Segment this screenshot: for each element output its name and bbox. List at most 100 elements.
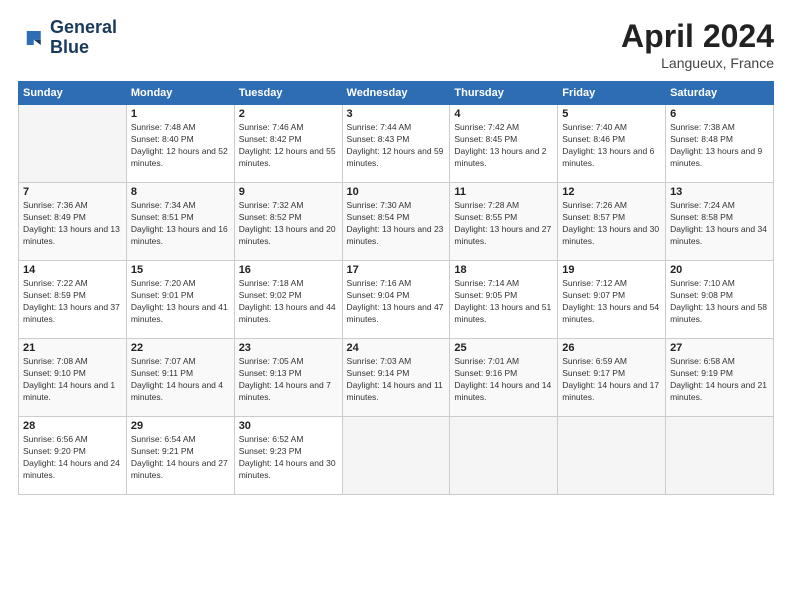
- calendar-day: 18Sunrise: 7:14 AMSunset: 9:05 PMDayligh…: [450, 261, 558, 339]
- calendar-day: [666, 417, 774, 495]
- calendar-week-5: 28 Sunrise: 6:56 AMSunset: 9:20 PMDayligh…: [19, 417, 774, 495]
- day-info: Sunrise: 7:26 AMSunset: 8:57 PMDaylight:…: [562, 200, 661, 248]
- calendar-day: 23 Sunrise: 7:05 AMSunset: 9:13 PMDayligh…: [234, 339, 342, 417]
- calendar-day: 7 Sunrise: 7:36 AMSunset: 8:49 PMDaylight…: [19, 183, 127, 261]
- day-number: 2: [239, 108, 338, 120]
- calendar-day: 19 Sunrise: 7:12 AMSunset: 9:07 PMDayligh…: [558, 261, 666, 339]
- calendar-day: 2 Sunrise: 7:46 AMSunset: 8:42 PMDaylight…: [234, 105, 342, 183]
- calendar-day: 11 Sunrise: 7:28 AMSunset: 8:55 PMDayligh…: [450, 183, 558, 261]
- day-info: Sunrise: 7:01 AMSunset: 9:16 PMDaylight:…: [454, 356, 553, 404]
- day-info: Sunrise: 7:10 AMSunset: 9:08 PMDaylight:…: [670, 278, 769, 326]
- day-info: Sunrise: 7:46 AMSunset: 8:42 PMDaylight:…: [239, 122, 338, 170]
- day-number: 28: [23, 420, 122, 432]
- day-number: 21: [23, 342, 122, 354]
- day-info: Sunrise: 7:28 AMSunset: 8:55 PMDaylight:…: [454, 200, 553, 248]
- day-number: 9: [239, 186, 338, 198]
- day-info: Sunrise: 7:44 AMSunset: 8:43 PMDaylight:…: [347, 122, 446, 170]
- day-number: 8: [131, 186, 230, 198]
- page: General Blue April 2024 Langueux, France…: [0, 0, 792, 612]
- calendar-day: 14 Sunrise: 7:22 AMSunset: 8:59 PMDayligh…: [19, 261, 127, 339]
- day-number: 25: [454, 342, 553, 354]
- day-number: 17: [347, 264, 446, 276]
- calendar-day: 15Sunrise: 7:20 AMSunset: 9:01 PMDayligh…: [126, 261, 234, 339]
- day-info: Sunrise: 7:36 AMSunset: 8:49 PMDaylight:…: [23, 200, 122, 248]
- title-block: April 2024 Langueux, France: [621, 18, 774, 71]
- calendar-day: 5Sunrise: 7:40 AMSunset: 8:46 PMDaylight…: [558, 105, 666, 183]
- weekday-header-monday: Monday: [126, 82, 234, 105]
- day-number: 14: [23, 264, 122, 276]
- logo: General Blue: [18, 18, 117, 58]
- day-info: Sunrise: 7:40 AMSunset: 8:46 PMDaylight:…: [562, 122, 661, 170]
- calendar-day: [342, 417, 450, 495]
- weekday-header-saturday: Saturday: [666, 82, 774, 105]
- calendar-week-4: 21 Sunrise: 7:08 AMSunset: 9:10 PMDayligh…: [19, 339, 774, 417]
- calendar-day: 17 Sunrise: 7:16 AMSunset: 9:04 PMDayligh…: [342, 261, 450, 339]
- day-info: Sunrise: 6:56 AMSunset: 9:20 PMDaylight:…: [23, 434, 122, 482]
- calendar-day: 21 Sunrise: 7:08 AMSunset: 9:10 PMDayligh…: [19, 339, 127, 417]
- day-number: 11: [454, 186, 553, 198]
- weekday-header-wednesday: Wednesday: [342, 82, 450, 105]
- calendar-day: 6 Sunrise: 7:38 AMSunset: 8:48 PMDaylight…: [666, 105, 774, 183]
- calendar-day: 30 Sunrise: 6:52 AMSunset: 9:23 PMDayligh…: [234, 417, 342, 495]
- day-number: 27: [670, 342, 769, 354]
- calendar-week-2: 7 Sunrise: 7:36 AMSunset: 8:49 PMDaylight…: [19, 183, 774, 261]
- day-number: 29: [131, 420, 230, 432]
- calendar-day: 8Sunrise: 7:34 AMSunset: 8:51 PMDaylight…: [126, 183, 234, 261]
- day-number: 16: [239, 264, 338, 276]
- day-number: 23: [239, 342, 338, 354]
- calendar-day: 9 Sunrise: 7:32 AMSunset: 8:52 PMDaylight…: [234, 183, 342, 261]
- day-number: 6: [670, 108, 769, 120]
- location: Langueux, France: [621, 55, 774, 71]
- calendar-day: 3Sunrise: 7:44 AMSunset: 8:43 PMDaylight…: [342, 105, 450, 183]
- day-info: Sunrise: 7:08 AMSunset: 9:10 PMDaylight:…: [23, 356, 122, 404]
- day-number: 12: [562, 186, 661, 198]
- calendar-day: [19, 105, 127, 183]
- day-info: Sunrise: 7:12 AMSunset: 9:07 PMDaylight:…: [562, 278, 661, 326]
- day-number: 20: [670, 264, 769, 276]
- calendar-day: [558, 417, 666, 495]
- day-number: 24: [347, 342, 446, 354]
- day-info: Sunrise: 7:24 AMSunset: 8:58 PMDaylight:…: [670, 200, 769, 248]
- day-number: 30: [239, 420, 338, 432]
- calendar-day: 1 Sunrise: 7:48 AMSunset: 8:40 PMDaylight…: [126, 105, 234, 183]
- weekday-header-tuesday: Tuesday: [234, 82, 342, 105]
- calendar-day: 10Sunrise: 7:30 AMSunset: 8:54 PMDayligh…: [342, 183, 450, 261]
- day-number: 19: [562, 264, 661, 276]
- calendar-day: 29Sunrise: 6:54 AMSunset: 9:21 PMDayligh…: [126, 417, 234, 495]
- day-number: 18: [454, 264, 553, 276]
- day-number: 22: [131, 342, 230, 354]
- day-number: 1: [131, 108, 230, 120]
- weekday-header-friday: Friday: [558, 82, 666, 105]
- calendar-day: 13Sunrise: 7:24 AMSunset: 8:58 PMDayligh…: [666, 183, 774, 261]
- day-info: Sunrise: 7:30 AMSunset: 8:54 PMDaylight:…: [347, 200, 446, 248]
- day-info: Sunrise: 7:03 AMSunset: 9:14 PMDaylight:…: [347, 356, 446, 404]
- day-info: Sunrise: 7:05 AMSunset: 9:13 PMDaylight:…: [239, 356, 338, 404]
- day-info: Sunrise: 7:38 AMSunset: 8:48 PMDaylight:…: [670, 122, 769, 170]
- calendar-day: [450, 417, 558, 495]
- calendar-day: 25 Sunrise: 7:01 AMSunset: 9:16 PMDayligh…: [450, 339, 558, 417]
- day-info: Sunrise: 7:18 AMSunset: 9:02 PMDaylight:…: [239, 278, 338, 326]
- month-title: April 2024: [621, 18, 774, 55]
- day-info: Sunrise: 7:22 AMSunset: 8:59 PMDaylight:…: [23, 278, 122, 326]
- calendar-day: 4Sunrise: 7:42 AMSunset: 8:45 PMDaylight…: [450, 105, 558, 183]
- day-info: Sunrise: 7:16 AMSunset: 9:04 PMDaylight:…: [347, 278, 446, 326]
- day-info: Sunrise: 7:20 AMSunset: 9:01 PMDaylight:…: [131, 278, 230, 326]
- day-info: Sunrise: 7:32 AMSunset: 8:52 PMDaylight:…: [239, 200, 338, 248]
- calendar-table: SundayMondayTuesdayWednesdayThursdayFrid…: [18, 81, 774, 495]
- day-info: Sunrise: 6:59 AMSunset: 9:17 PMDaylight:…: [562, 356, 661, 404]
- day-info: Sunrise: 7:07 AMSunset: 9:11 PMDaylight:…: [131, 356, 230, 404]
- calendar-day: 12 Sunrise: 7:26 AMSunset: 8:57 PMDayligh…: [558, 183, 666, 261]
- calendar-day: 28 Sunrise: 6:56 AMSunset: 9:20 PMDayligh…: [19, 417, 127, 495]
- day-info: Sunrise: 6:52 AMSunset: 9:23 PMDaylight:…: [239, 434, 338, 482]
- header: General Blue April 2024 Langueux, France: [18, 18, 774, 71]
- calendar-day: 22 Sunrise: 7:07 AMSunset: 9:11 PMDayligh…: [126, 339, 234, 417]
- weekday-header-sunday: Sunday: [19, 82, 127, 105]
- calendar-week-1: 1 Sunrise: 7:48 AMSunset: 8:40 PMDaylight…: [19, 105, 774, 183]
- calendar-day: 24 Sunrise: 7:03 AMSunset: 9:14 PMDayligh…: [342, 339, 450, 417]
- weekday-header-row: SundayMondayTuesdayWednesdayThursdayFrid…: [19, 82, 774, 105]
- weekday-header-thursday: Thursday: [450, 82, 558, 105]
- day-number: 7: [23, 186, 122, 198]
- calendar-week-3: 14 Sunrise: 7:22 AMSunset: 8:59 PMDayligh…: [19, 261, 774, 339]
- day-info: Sunrise: 7:42 AMSunset: 8:45 PMDaylight:…: [454, 122, 553, 170]
- day-info: Sunrise: 7:48 AMSunset: 8:40 PMDaylight:…: [131, 122, 230, 170]
